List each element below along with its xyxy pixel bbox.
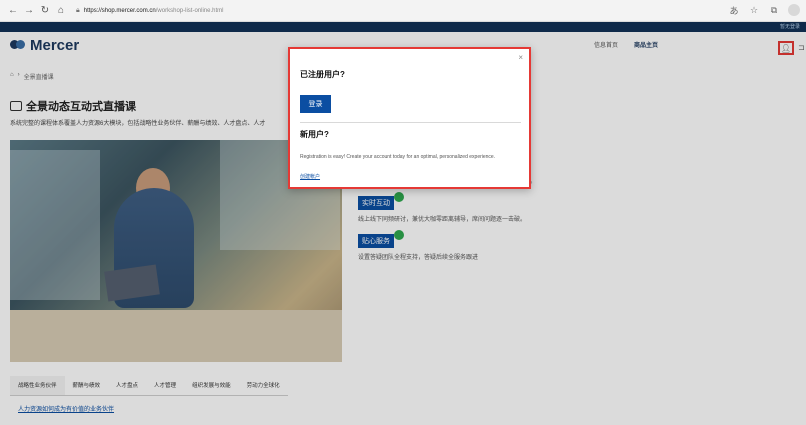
- browser-actions: あ ☆ ⧉: [728, 4, 800, 16]
- lock-icon: 🔒︎: [76, 6, 80, 14]
- registration-text: Registration is easy! Create your accoun…: [300, 154, 496, 160]
- create-account-link[interactable]: 创建帐户: [300, 173, 320, 180]
- login-modal: × 已注册用户? 登录 新用户? Registration is easy! C…: [288, 47, 531, 189]
- registered-user-title: 已注册用户?: [300, 70, 345, 79]
- top-strip: 暂无登录: [0, 22, 806, 32]
- reload-icon[interactable]: ↻: [38, 4, 52, 18]
- url-domain: https://shop.mercer.com.cn: [83, 7, 156, 14]
- close-icon[interactable]: ×: [518, 53, 523, 62]
- url-path: /workshop-list-online.html: [155, 7, 224, 14]
- home-icon[interactable]: ⌂: [54, 4, 68, 18]
- forward-icon[interactable]: →: [22, 4, 36, 18]
- address-bar[interactable]: 🔒︎ https://shop.mercer.com.cn /workshop-…: [76, 4, 223, 18]
- translate-icon[interactable]: あ: [728, 4, 740, 16]
- new-user-title: 新用户?: [300, 130, 329, 139]
- browser-toolbar: ← → ↻ ⌂ 🔒︎ https://shop.mercer.com.cn /w…: [0, 0, 806, 22]
- login-button[interactable]: 登录: [300, 95, 331, 113]
- collections-icon[interactable]: ⧉: [768, 4, 780, 16]
- favorite-icon[interactable]: ☆: [748, 4, 760, 16]
- back-icon[interactable]: ←: [6, 4, 20, 18]
- profile-avatar[interactable]: [788, 4, 800, 16]
- modal-divider: [300, 122, 521, 123]
